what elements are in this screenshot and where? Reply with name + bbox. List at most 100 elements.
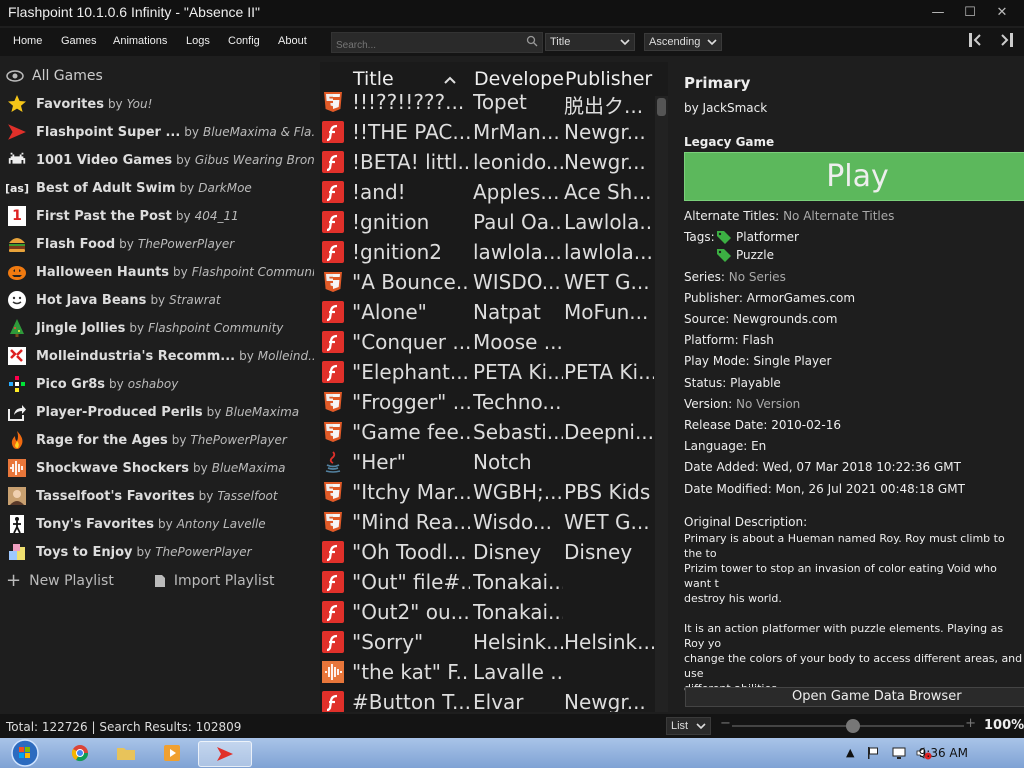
- game-row[interactable]: #Button T... Elvar Newgr...: [320, 687, 655, 712]
- game-title-cell: "Conquer ...: [352, 330, 470, 354]
- flag-icon[interactable]: [866, 746, 880, 760]
- game-title-cell: "Out2" ou...: [352, 600, 470, 624]
- maximize-button[interactable]: ☐: [954, 2, 986, 22]
- zoom-slider-thumb[interactable]: [845, 719, 860, 733]
- menu-animations[interactable]: Animations: [113, 35, 167, 47]
- search-input[interactable]: [334, 39, 518, 52]
- game-row[interactable]: !gnition2 lawlola... lawlola...: [320, 237, 655, 267]
- play-button[interactable]: Play: [684, 152, 1024, 201]
- toggle-right-panel-icon[interactable]: [996, 32, 1014, 48]
- game-row[interactable]: !!THE PAC... MrMan... Newgr...: [320, 117, 655, 147]
- menu-config[interactable]: Config: [228, 35, 260, 47]
- zoom-out-icon[interactable]: −: [720, 716, 731, 731]
- all-games-label: All Games: [32, 68, 103, 84]
- game-title: Primary: [684, 74, 751, 92]
- game-row[interactable]: "A Bounce... WISDO... WET G...: [320, 267, 655, 297]
- game-row[interactable]: "Frogger" ... Techno...: [320, 387, 655, 417]
- taskbar-clock[interactable]: 9:36 AM: [919, 746, 968, 760]
- playlist-item[interactable]: [as] Best of Adult Swim by DarkMoe: [6, 176, 314, 200]
- game-row[interactable]: !BETA! littl... leonido... Newgr...: [320, 147, 655, 177]
- playlist-item[interactable]: 1001 Video Games by Gibus Wearing Brony: [6, 148, 314, 172]
- tag-puzzle[interactable]: Puzzle: [716, 248, 774, 262]
- game-developer-line: by JackSmack: [684, 101, 768, 115]
- playlist-item[interactable]: Pico Gr8s by oshaboy: [6, 372, 314, 396]
- playlist-item[interactable]: Flashpoint Super ... by BlueMaxima & Fla..…: [6, 120, 314, 144]
- playlist-item[interactable]: Tony's Favorites by Antony Lavelle: [6, 512, 314, 536]
- new-playlist-button[interactable]: + New Playlist: [6, 570, 114, 591]
- game-row[interactable]: "Oh Toodl... Disney Disney: [320, 537, 655, 567]
- menu-games[interactable]: Games: [61, 35, 96, 47]
- version: Version: No Version: [684, 397, 800, 411]
- game-publisher-cell: Lawlola...: [564, 210, 654, 234]
- all-games-item[interactable]: All Games: [6, 68, 103, 84]
- menu-about[interactable]: About: [278, 35, 307, 47]
- playlist-item[interactable]: Tasselfoot's Favorites by Tasselfoot: [6, 484, 314, 508]
- game-row[interactable]: !gnition Paul Oa... Lawlola...: [320, 207, 655, 237]
- playlist-by: by: [150, 293, 166, 307]
- sort-order-select[interactable]: Ascending: [644, 33, 722, 51]
- game-row[interactable]: "Sorry" Helsink... Helsink...: [320, 627, 655, 657]
- game-row[interactable]: "Alone" Natpat MoFun...: [320, 297, 655, 327]
- game-row[interactable]: "the kat" F... Lavalle ...: [320, 657, 655, 687]
- game-row[interactable]: "Out" file#... Tonakai...: [320, 567, 655, 597]
- playlist-item[interactable]: Halloween Haunts by Flashpoint Community: [6, 260, 314, 284]
- playlist-item[interactable]: Jingle Jollies by Flashpoint Community: [6, 316, 314, 340]
- import-playlist-button[interactable]: Import Playlist: [154, 570, 275, 591]
- playlist-item[interactable]: Toys to Enjoy by ThePowerPlayer: [6, 540, 314, 564]
- show-hidden-icons[interactable]: ▲: [846, 746, 854, 759]
- game-row[interactable]: "Game fee... Sebasti... Deepni...: [320, 417, 655, 447]
- playlist-by: by: [173, 265, 188, 279]
- search-box: [331, 32, 543, 53]
- game-row[interactable]: "Elephant... PETA Ki... PETA Ki...: [320, 357, 655, 387]
- game-row[interactable]: "Conquer ... Moose ...: [320, 327, 655, 357]
- sort-field-select[interactable]: Title: [545, 33, 635, 51]
- zoom-in-icon[interactable]: +: [965, 716, 976, 731]
- game-row[interactable]: !and! Apples... Ace Sh...: [320, 177, 655, 207]
- open-game-data-browser-button[interactable]: Open Game Data Browser: [685, 687, 1024, 707]
- description-line: [684, 606, 1024, 621]
- scrollbar-thumb[interactable]: [657, 98, 666, 116]
- close-button[interactable]: ✕: [986, 2, 1018, 22]
- game-row[interactable]: "Mind Rea... Wisdo... WET G...: [320, 507, 655, 537]
- start-button[interactable]: [4, 739, 46, 767]
- view-mode-select[interactable]: List: [666, 717, 711, 735]
- playlist-author: ThePowerPlayer: [155, 545, 252, 559]
- menu-logs[interactable]: Logs: [186, 35, 210, 47]
- playlist-item[interactable]: Rage for the Ages by ThePowerPlayer: [6, 428, 314, 452]
- playlist-name: Toys to Enjoy: [36, 544, 133, 560]
- tree-icon: [6, 317, 28, 339]
- tag-platformer[interactable]: Platformer: [716, 230, 799, 244]
- playlist-item[interactable]: 1 First Past the Post by 404_11: [6, 204, 314, 228]
- molleindustria-icon: [6, 345, 28, 367]
- monitor-icon[interactable]: [892, 746, 906, 760]
- tag-icon: [717, 231, 731, 244]
- taskbar-chrome[interactable]: [60, 741, 100, 765]
- game-list-scrollbar[interactable]: [655, 96, 668, 712]
- playlist-item[interactable]: Player-Produced Perils by BlueMaxima: [6, 400, 314, 424]
- game-row[interactable]: !!!??!!???... Topet 脱出ク...: [320, 87, 655, 118]
- playlist-item[interactable]: Favorites by You!: [6, 92, 314, 116]
- game-row[interactable]: "Out2" ou... Tonakai...: [320, 597, 655, 627]
- playlist-name: Pico Gr8s: [36, 376, 106, 392]
- star-icon: [6, 93, 28, 115]
- taskbar-explorer[interactable]: [106, 741, 146, 765]
- zoom-slider[interactable]: − +: [718, 716, 978, 733]
- game-row[interactable]: "Itchy Mar... WGBH;... PBS Kids: [320, 477, 655, 507]
- game-publisher-cell: lawlola...: [564, 240, 653, 264]
- menu-home[interactable]: Home: [13, 35, 42, 47]
- game-row[interactable]: "Her" Notch: [320, 447, 655, 477]
- playlist-item[interactable]: Shockwave Shockers by BlueMaxima: [6, 456, 314, 480]
- playlist-author: You!: [126, 97, 153, 111]
- playlist-item[interactable]: Hot Java Beans by Strawrat: [6, 288, 314, 312]
- playlist-by: by: [193, 461, 208, 475]
- taskbar-flashpoint[interactable]: [198, 741, 252, 767]
- search-icon[interactable]: [526, 35, 538, 47]
- game-developer-cell: Helsink...: [473, 630, 563, 654]
- playlist-item[interactable]: Flash Food by ThePowerPlayer: [6, 232, 314, 256]
- taskbar-media-player[interactable]: [152, 741, 192, 765]
- flash-icon: [322, 601, 344, 623]
- playlist-item[interactable]: Molleindustria's Recomm... by Molleind...: [6, 344, 314, 368]
- toggle-left-panel-icon[interactable]: [968, 32, 986, 48]
- minimize-button[interactable]: —: [922, 2, 954, 22]
- series-value: No Series: [728, 270, 786, 284]
